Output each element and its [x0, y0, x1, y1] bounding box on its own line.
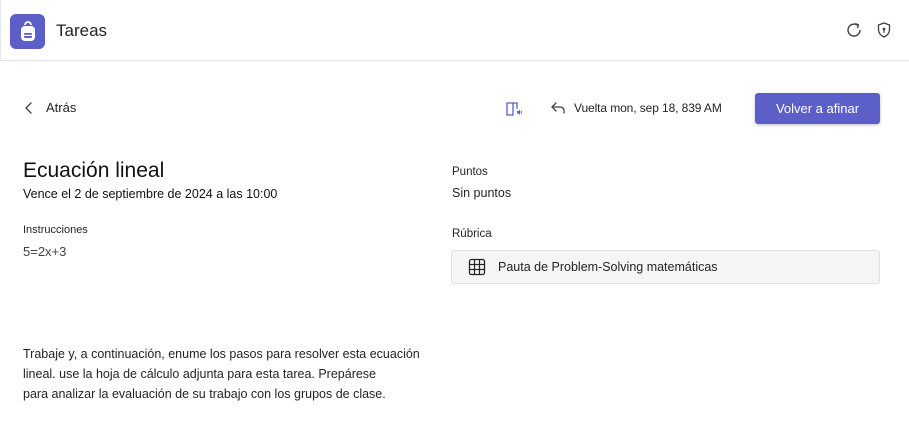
app-header: Tareas [0, 0, 909, 61]
instructions-label: Instrucciones [23, 224, 88, 236]
assignment-title: Ecuación lineal [23, 159, 165, 182]
description-line: para analizar la evaluación de su trabaj… [23, 387, 386, 401]
reply-arrow-icon [551, 102, 565, 114]
back-link[interactable]: Atrás [24, 100, 76, 115]
points-value: Sin puntos [452, 186, 512, 200]
immersive-reader-icon [506, 102, 522, 116]
backpack-icon [20, 20, 35, 41]
window-border [0, 0, 1, 61]
app-title: Tareas [56, 21, 108, 40]
back-label: Atrás [46, 100, 77, 115]
points-label: Puntos [452, 166, 488, 178]
due-date: Vence el 2 de septiembre de 2024 a las 1… [23, 187, 278, 201]
rubric-name: Pauta de Problem-Solving matemáticas [498, 260, 718, 274]
immersive-reader-button[interactable] [505, 100, 523, 118]
description-line: lineal. use la hoja de cálculo adjunta p… [23, 367, 377, 381]
rubric-card[interactable]: Pauta de Problem-Solving matemáticas [451, 250, 880, 284]
privacy-button[interactable] [874, 20, 894, 40]
assignment-description: Trabaje y, a continuación, enume los pas… [23, 344, 423, 404]
return-for-revision-button[interactable]: Volver a afinar [755, 93, 880, 124]
table-grid-icon [468, 258, 486, 276]
refresh-button[interactable] [844, 20, 864, 40]
chevron-left-icon [25, 101, 32, 114]
shield-icon [877, 22, 891, 38]
description-line: Trabaje y, a continuación, enume los pas… [23, 347, 420, 361]
instructions-value: 5=2x+3 [23, 244, 67, 259]
rubric-label: Rúbrica [452, 228, 492, 240]
return-status: Vuelta mon, sep 18, 839 AM [551, 101, 722, 115]
return-status-label: Vuelta mon, sep 18, 839 AM [574, 101, 722, 115]
refresh-icon [847, 22, 861, 37]
app-logo[interactable] [10, 14, 45, 49]
